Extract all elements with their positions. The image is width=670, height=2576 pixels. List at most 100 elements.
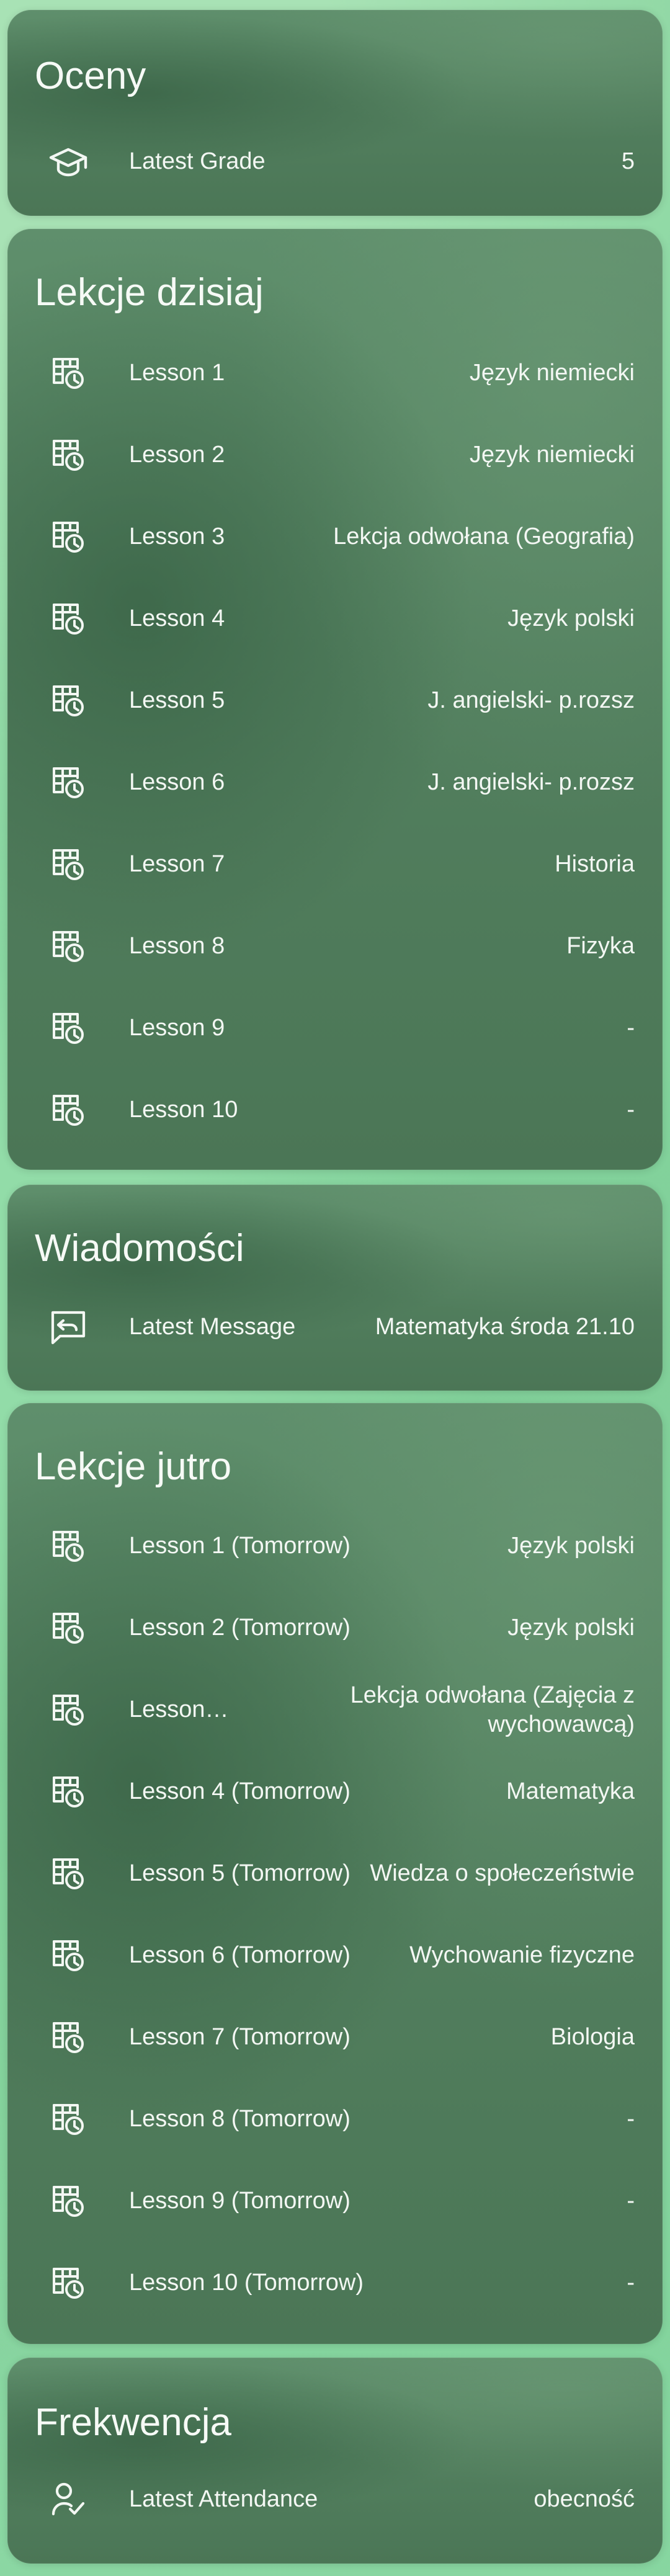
timetable-icon bbox=[48, 517, 88, 557]
today-lesson-label: Lesson 2 bbox=[129, 442, 225, 468]
today-lesson-row[interactable]: Lesson 4 Język polski bbox=[7, 578, 663, 660]
today-lesson-subject: Język niemiecki bbox=[469, 360, 635, 386]
today-lesson-subject: Język polski bbox=[507, 605, 635, 632]
timetable-icon bbox=[48, 2018, 88, 2057]
tomorrow-lessons-title: Lekcje jutro bbox=[35, 1445, 232, 1488]
timetable-icon bbox=[48, 2182, 88, 2221]
timetable-icon bbox=[48, 1936, 88, 1976]
today-lesson-row[interactable]: Lesson 1 Język niemiecki bbox=[7, 332, 663, 414]
tomorrow-lesson-label: Lesson 5 (Tomorrow) bbox=[129, 1860, 351, 1887]
attendance-card: Frekwencja Latest Attendance obecność bbox=[7, 2358, 663, 2564]
tomorrow-lesson-label: Lesson 6 (Tomorrow) bbox=[129, 1942, 351, 1969]
latest-grade-label: Latest Grade bbox=[129, 148, 266, 175]
timetable-icon bbox=[48, 763, 88, 803]
timetable-icon bbox=[48, 354, 88, 393]
timetable-icon bbox=[48, 1690, 88, 1730]
tomorrow-lesson-row[interactable]: Lesson 8 (Tomorrow) - bbox=[7, 2079, 663, 2160]
today-lesson-subject: Fizyka bbox=[566, 933, 635, 960]
timetable-icon bbox=[48, 1009, 88, 1048]
tomorrow-lesson-subject: Biologia bbox=[550, 2024, 635, 2051]
tomorrow-lesson-row[interactable]: Lesson 10 (Tomorrow) - bbox=[7, 2242, 663, 2324]
today-lesson-row[interactable]: Lesson 8 Fizyka bbox=[7, 906, 663, 987]
tomorrow-lesson-label: Lesson 10 (Tomorrow) bbox=[129, 2270, 364, 2296]
latest-attendance-value: obecność bbox=[534, 2486, 635, 2513]
today-lesson-label: Lesson 5 bbox=[129, 687, 225, 714]
latest-grade-value: 5 bbox=[621, 148, 635, 175]
timetable-icon bbox=[48, 2263, 88, 2303]
tomorrow-lesson-subject: Wychowanie fizyczne bbox=[409, 1942, 635, 1969]
timetable-icon bbox=[48, 1526, 88, 1566]
tomorrow-lesson-row[interactable]: Lesson 7 (Tomorrow) Biologia bbox=[7, 1997, 663, 2079]
tomorrow-lesson-row[interactable]: Lesson … Lekcja odwołana (Zajęcia z wych… bbox=[7, 1669, 663, 1751]
tomorrow-lesson-row[interactable]: Lesson 6 (Tomorrow) Wychowanie fizyczne bbox=[7, 1915, 663, 1997]
tomorrow-lesson-label: Lesson 2 (Tomorrow) bbox=[129, 1615, 351, 1641]
today-lessons-title: Lekcje dzisiaj bbox=[35, 271, 264, 314]
tomorrow-lesson-subject: Język polski bbox=[507, 1533, 635, 1559]
today-lesson-subject: J. angielski- p.rozsz bbox=[427, 687, 635, 714]
tomorrow-lesson-row[interactable]: Lesson 2 (Tomorrow) Język polski bbox=[7, 1587, 663, 1669]
today-lesson-subject: - bbox=[627, 1015, 635, 1041]
latest-message-label: Latest Message bbox=[129, 1314, 296, 1340]
attendance-title: Frekwencja bbox=[35, 2401, 231, 2444]
today-lesson-row[interactable]: Lesson 6 J. angielski- p.rozsz bbox=[7, 742, 663, 824]
timetable-icon bbox=[48, 681, 88, 721]
today-lesson-row[interactable]: Lesson 10 - bbox=[7, 1069, 663, 1151]
today-lesson-subject: Historia bbox=[555, 851, 635, 878]
today-lesson-label: Lesson 8 bbox=[129, 933, 225, 960]
timetable-icon bbox=[48, 599, 88, 639]
today-lesson-row[interactable]: Lesson 7 Historia bbox=[7, 824, 663, 906]
timetable-icon bbox=[48, 1090, 88, 1130]
message-reply-icon bbox=[48, 1308, 88, 1347]
today-lesson-label: Lesson 6 bbox=[129, 769, 225, 796]
tomorrow-lesson-label: Lesson 7 (Tomorrow) bbox=[129, 2024, 351, 2051]
today-lessons-card: Lekcje dzisiaj Lesson 1 Język niemiecki … bbox=[7, 229, 663, 1170]
today-lesson-label: Lesson 10 bbox=[129, 1097, 238, 1123]
tomorrow-lesson-row[interactable]: Lesson 5 (Tomorrow) Wiedza o społeczeńst… bbox=[7, 1833, 663, 1915]
latest-message-value: Matematyka środa 21.10 bbox=[375, 1314, 635, 1340]
timetable-icon bbox=[48, 845, 88, 885]
tomorrow-lesson-row[interactable]: Lesson 1 (Tomorrow) Język polski bbox=[7, 1505, 663, 1587]
today-lesson-label: Lesson 7 bbox=[129, 851, 225, 878]
today-lesson-label: Lesson 1 bbox=[129, 360, 225, 386]
tomorrow-lesson-row[interactable]: Lesson 9 (Tomorrow) - bbox=[7, 2160, 663, 2242]
tomorrow-lesson-row[interactable]: Lesson 4 (Tomorrow) Matematyka bbox=[7, 1751, 663, 1833]
today-lesson-label: Lesson 4 bbox=[129, 605, 225, 632]
latest-attendance-row[interactable]: Latest Attendance obecność bbox=[7, 2459, 663, 2541]
today-lesson-row[interactable]: Lesson 3 Lekcja odwołana (Geografia) bbox=[7, 496, 663, 578]
messages-card: Wiadomości Latest Message Matematyka śro… bbox=[7, 1185, 663, 1391]
user-check-icon bbox=[48, 2480, 88, 2520]
timetable-icon bbox=[48, 1772, 88, 1812]
timetable-icon bbox=[48, 1608, 88, 1648]
tomorrow-lessons-card: Lekcje jutro Lesson 1 (Tomorrow) Język p… bbox=[7, 1403, 663, 2344]
grades-card: Oceny Latest Grade 5 bbox=[7, 10, 663, 216]
today-lesson-row[interactable]: Lesson 5 J. angielski- p.rozsz bbox=[7, 660, 663, 742]
latest-grade-row[interactable]: Latest Grade 5 bbox=[7, 121, 663, 203]
tomorrow-lesson-label: Lesson 4 (Tomorrow) bbox=[129, 1778, 351, 1805]
tomorrow-lesson-subject: - bbox=[627, 2188, 635, 2214]
tomorrow-lesson-subject: Lekcja odwołana (Zajęcia z wychowawcą) bbox=[350, 1682, 635, 1738]
today-lesson-subject: - bbox=[627, 1097, 635, 1123]
latest-message-row[interactable]: Latest Message Matematyka środa 21.10 bbox=[7, 1286, 663, 1368]
school-icon bbox=[48, 142, 88, 182]
today-lesson-label: Lesson 9 bbox=[129, 1015, 225, 1041]
today-lesson-subject: Lekcja odwołana (Geografia) bbox=[333, 524, 635, 550]
tomorrow-lesson-subject: - bbox=[627, 2106, 635, 2133]
tomorrow-lesson-subject: Matematyka bbox=[506, 1778, 635, 1805]
tomorrow-lesson-label: Lesson 8 (Tomorrow) bbox=[129, 2106, 351, 2133]
today-lesson-label: Lesson 3 bbox=[129, 524, 225, 550]
today-lesson-row[interactable]: Lesson 2 Język niemiecki bbox=[7, 414, 663, 496]
timetable-icon bbox=[48, 435, 88, 475]
tomorrow-lesson-subject: - bbox=[627, 2270, 635, 2296]
grades-title: Oceny bbox=[35, 55, 146, 97]
messages-title: Wiadomości bbox=[35, 1227, 244, 1270]
timetable-icon bbox=[48, 1854, 88, 1894]
tomorrow-lesson-label: Lesson 9 (Tomorrow) bbox=[129, 2188, 351, 2214]
latest-attendance-label: Latest Attendance bbox=[129, 2486, 318, 2513]
tomorrow-lesson-label: Lesson … bbox=[129, 1696, 231, 1723]
today-lesson-row[interactable]: Lesson 9 - bbox=[7, 987, 663, 1069]
timetable-icon bbox=[48, 927, 88, 966]
today-lesson-subject: J. angielski- p.rozsz bbox=[427, 769, 635, 796]
tomorrow-lesson-subject: Wiedza o społeczeństwie bbox=[370, 1860, 635, 1887]
tomorrow-lesson-subject: Język polski bbox=[507, 1615, 635, 1641]
timetable-icon bbox=[48, 2100, 88, 2139]
